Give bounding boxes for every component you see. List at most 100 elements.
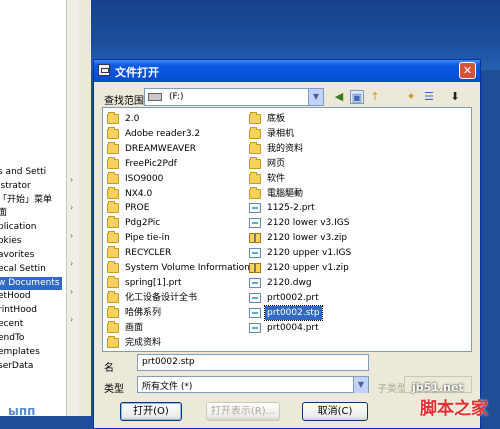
- folder-icon: [107, 126, 119, 139]
- tree-item[interactable]: istrator: [0, 180, 62, 193]
- file-icon: [249, 218, 261, 229]
- file-icon: [249, 307, 261, 318]
- file-name: FreePic2Pdf: [125, 158, 177, 169]
- chevron-right-icon[interactable]: ›: [70, 176, 78, 184]
- chevron-right-icon[interactable]: ›: [70, 316, 78, 324]
- open-button[interactable]: 打开(O): [120, 402, 182, 421]
- folder-icon: [107, 141, 119, 154]
- file-name: 网页: [267, 158, 286, 169]
- explorer-tree-panel: s and Setti istrator 「开始」菜单面 plication okies…: [0, 0, 66, 416]
- tree-item[interactable]: s and Setti: [0, 166, 62, 179]
- file-name: 2120 lower v3.IGS: [267, 218, 350, 229]
- look-in-value: (F:): [169, 92, 184, 102]
- folder-icon: [107, 216, 119, 229]
- folder-icon: [107, 335, 119, 348]
- chevron-right-icon[interactable]: ›: [70, 260, 78, 268]
- folder-icon: [249, 156, 261, 169]
- zip-file-icon: [249, 233, 261, 244]
- folder-icon: [249, 126, 261, 139]
- folder-icon[interactable]: [386, 90, 400, 104]
- file-name: 2120 lower v3.zip: [267, 233, 348, 244]
- file-name: 我的资料: [267, 143, 304, 154]
- file-type-value: 所有文件 (*): [142, 382, 193, 392]
- tree-item[interactable]: emplates: [0, 346, 62, 359]
- background-window-frame: [79, 0, 91, 416]
- window-icon: [98, 64, 110, 76]
- file-name-input[interactable]: prt0002.stp: [137, 354, 369, 371]
- tools-icon[interactable]: ⬇: [448, 90, 462, 104]
- views-menu-icon[interactable]: ☰: [422, 90, 436, 104]
- file-name: 2120 upper v1.IGS: [267, 248, 352, 259]
- cancel-button[interactable]: 取消(C): [302, 402, 368, 421]
- folder-icon: [107, 231, 119, 244]
- chevron-right-icon[interactable]: ›: [70, 204, 78, 212]
- look-in-dropdown[interactable]: (F:) ▼: [144, 88, 324, 106]
- file-name: 完成资料: [125, 337, 162, 348]
- folder-up-icon[interactable]: ↑: [368, 90, 382, 104]
- chevron-right-icon[interactable]: ›: [70, 232, 78, 240]
- open-representation-button[interactable]: 打开表示(R)...: [206, 402, 280, 421]
- file-icon: [249, 277, 261, 288]
- chevron-down-icon[interactable]: ▼: [353, 377, 368, 393]
- tree-item[interactable]: ecent: [0, 318, 62, 331]
- file-name: 2120 upper v1.zip: [267, 263, 349, 273]
- file-name: 化工设备设计全书: [125, 292, 198, 303]
- tree-item[interactable]: 面: [0, 207, 62, 220]
- file-name: 画面: [125, 322, 144, 333]
- tree-item[interactable]: etHood: [0, 290, 62, 303]
- file-name: System Volume Information: [125, 263, 250, 273]
- tree-item[interactable]: 「开始」菜单: [0, 194, 62, 207]
- chevron-right-icon[interactable]: ›: [70, 288, 78, 296]
- file-name: PROE: [125, 203, 150, 214]
- file-name: 2120.dwg: [267, 277, 312, 288]
- file-name: 软件: [267, 173, 286, 184]
- file-name: Adobe reader3.2: [125, 128, 201, 139]
- file-name: 電腦驅動: [267, 188, 304, 199]
- drive-icon: [148, 93, 162, 101]
- tree-item[interactable]: ecal Settin: [0, 263, 62, 276]
- file-icon: [249, 292, 261, 303]
- subtype-label: 子类型: [377, 384, 407, 395]
- folder-icon: [249, 141, 261, 154]
- folder-icon: [107, 112, 119, 124]
- file-name: Pipe tie-in: [125, 233, 170, 244]
- folder-icon: [107, 305, 119, 318]
- file-name: 2.0: [125, 114, 140, 124]
- file-name: 底板: [267, 114, 286, 124]
- file-name-label: 名: [104, 363, 114, 374]
- explorer-tree-scrollbar[interactable]: › › › › › ›: [66, 0, 80, 416]
- file-name: NX4.0: [125, 188, 153, 199]
- new-folder-icon[interactable]: ✦: [404, 90, 418, 104]
- back-icon[interactable]: ◀: [332, 90, 346, 104]
- watermark-logo: 脚本之家: [420, 399, 488, 419]
- file-name: prt0002.prt: [267, 292, 319, 303]
- tree-item[interactable]: avorites: [0, 249, 62, 262]
- tree-item[interactable]: endTo: [0, 332, 62, 345]
- file-name: prt0002.stp: [264, 304, 323, 321]
- folder-icon: [249, 186, 261, 199]
- tree-item[interactable]: rintHood: [0, 304, 62, 317]
- file-type-dropdown[interactable]: 所有文件 (*) ▼: [137, 376, 369, 393]
- file-list[interactable]: 2.0 Adobe reader3.2 DREAMWEAVER FreePic2Pdf…: [102, 107, 472, 352]
- file-icon: [249, 203, 261, 214]
- file-name: 1125-2.prt: [267, 203, 315, 214]
- folder-icon: [107, 320, 119, 333]
- file-name: prt0004.prt: [267, 322, 319, 333]
- file-name: ISO9000: [125, 173, 164, 184]
- chevron-down-icon[interactable]: ▼: [308, 89, 323, 105]
- file-icon: [249, 322, 261, 333]
- file-name: DREAMWEAVER: [125, 143, 197, 154]
- dialog-titlebar[interactable]: 文件打开 ✕: [94, 60, 480, 82]
- look-in-label: 查找范围: [104, 96, 144, 107]
- tree-item[interactable]: plication: [0, 221, 62, 234]
- tree-item[interactable]: serData: [0, 360, 62, 373]
- folder-icon: [107, 246, 119, 259]
- desktop-icon[interactable]: ▣: [350, 90, 364, 104]
- watermark-url: jb51.net: [412, 381, 464, 394]
- file-name: RECYCLER: [125, 248, 172, 259]
- file-icon: [249, 248, 261, 259]
- close-button[interactable]: ✕: [459, 62, 476, 79]
- tree-item[interactable]: w Documents: [0, 277, 62, 290]
- folder-icon: [107, 275, 119, 288]
- tree-item[interactable]: okies: [0, 235, 62, 248]
